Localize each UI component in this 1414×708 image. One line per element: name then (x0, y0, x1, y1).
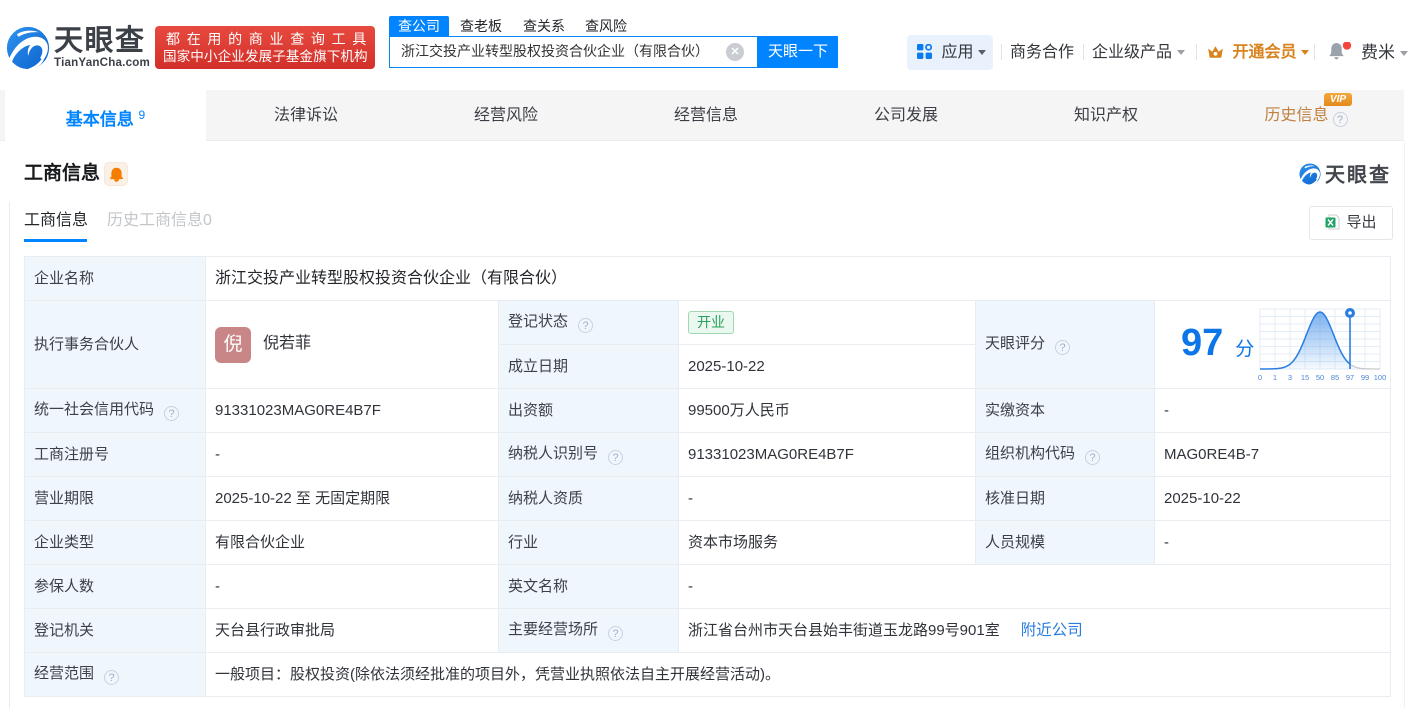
svg-text:100: 100 (1374, 373, 1387, 382)
svg-text:99: 99 (1361, 373, 1369, 382)
svg-text:15: 15 (1301, 373, 1309, 382)
svg-text:97: 97 (1346, 373, 1354, 382)
svg-text:天眼查: 天眼查 (1325, 163, 1391, 187)
svg-text:1: 1 (1273, 373, 1277, 382)
svg-text:50: 50 (1316, 373, 1324, 382)
svg-text:3: 3 (1288, 373, 1292, 382)
svg-text:0: 0 (1258, 373, 1262, 382)
svg-text:85: 85 (1331, 373, 1339, 382)
